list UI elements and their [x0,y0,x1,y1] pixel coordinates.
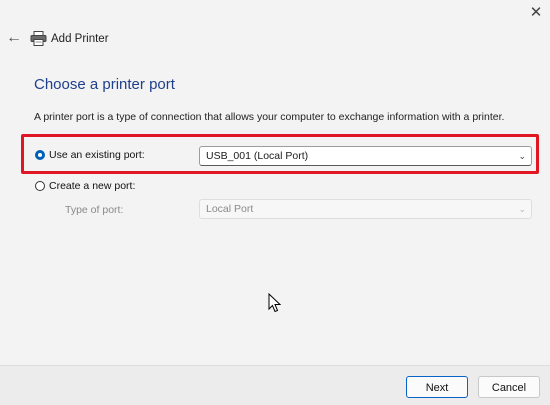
port-type-label: Type of port: [65,204,124,216]
page-description: A printer port is a type of connection t… [34,111,505,123]
close-button[interactable]: ✕ [524,2,548,24]
close-icon: ✕ [529,4,543,21]
cancel-button[interactable]: Cancel [478,376,540,398]
create-new-port-radio[interactable] [35,181,45,191]
back-arrow-icon: ← [6,29,22,46]
window-title: Add Printer [51,33,109,45]
port-type-value: Local Port [206,203,254,215]
mouse-cursor-icon [268,293,281,313]
back-button[interactable]: ← [5,29,23,47]
use-existing-port-label[interactable]: Use an existing port: [49,149,145,161]
chevron-down-icon: ⌄ [518,151,526,161]
next-button[interactable]: Next [406,376,468,398]
existing-port-dropdown[interactable]: USB_001 (Local Port) ⌄ [199,146,532,166]
port-type-dropdown: Local Port ⌄ [199,199,532,219]
create-new-port-label[interactable]: Create a new port: [49,180,135,192]
existing-port-value: USB_001 (Local Port) [206,150,309,162]
chevron-down-icon: ⌄ [518,204,526,214]
page-heading: Choose a printer port [34,76,175,93]
printer-icon [30,31,47,46]
use-existing-port-radio[interactable] [35,150,45,160]
